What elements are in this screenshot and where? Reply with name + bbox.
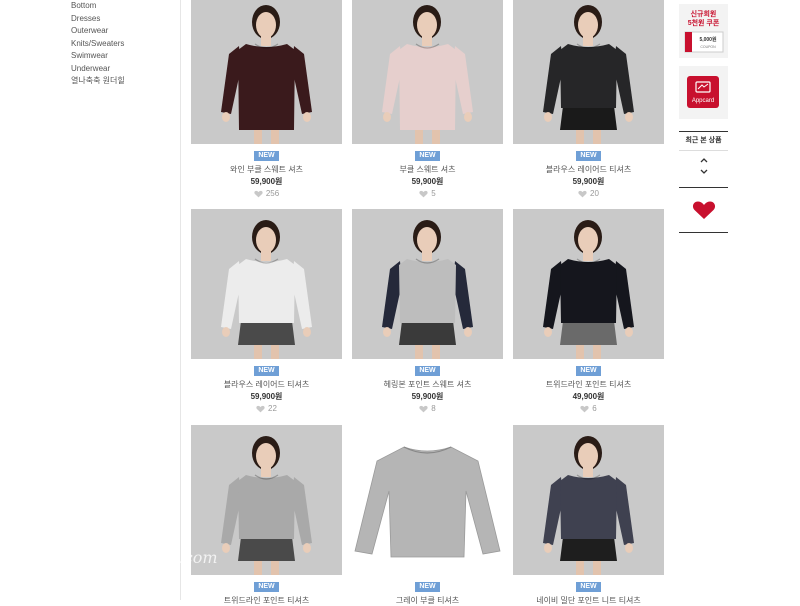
new-badge: NEW bbox=[576, 582, 601, 592]
heart-outline-icon bbox=[419, 405, 428, 413]
product-card[interactable]: NEW 부클 스웨트 셔츠 59,900원 5 bbox=[352, 0, 503, 199]
product-photo-illustration bbox=[543, 5, 634, 144]
new-badge: NEW bbox=[254, 151, 279, 161]
product-name[interactable]: 헤링본 포인트 스웨트 셔츠 bbox=[352, 379, 503, 390]
product-price: 59,900원 bbox=[250, 177, 283, 186]
product-image[interactable] bbox=[191, 0, 342, 144]
category-list: Bottom Dresses Outerwear Knits/Sweaters Swim… bbox=[71, 0, 125, 88]
product-name[interactable]: 네이비 밀단 포인트 니트 티셔츠 bbox=[513, 595, 664, 606]
like-count-value: 256 bbox=[265, 189, 280, 198]
appcard-banner[interactable]: Appcard bbox=[679, 66, 728, 119]
heart-outline-icon bbox=[419, 190, 428, 198]
coupon-title: 신규회원 bbox=[690, 11, 717, 18]
product-card[interactable]: NEW 트위드라인 포인트 티셔츠 49,900원 6 bbox=[513, 209, 664, 414]
product-image[interactable] bbox=[513, 209, 664, 359]
new-badge: NEW bbox=[576, 366, 601, 376]
heart-outline-icon bbox=[256, 405, 265, 413]
product-card[interactable]: NEW 그레이 부클 티셔츠 bbox=[352, 425, 503, 606]
heart-icon bbox=[692, 201, 715, 219]
category-item[interactable]: Underwear bbox=[71, 63, 125, 76]
like-count-value: 8 bbox=[431, 404, 436, 413]
product-name[interactable]: 트위드라인 포인트 티셔츠 bbox=[191, 595, 342, 606]
like-count[interactable]: 22 bbox=[191, 403, 342, 414]
product-image[interactable] bbox=[352, 209, 503, 359]
appcard-icon: Appcard bbox=[687, 76, 719, 108]
product-card[interactable]: NEW 블라우스 레이어드 티셔츠 59,900원 22 bbox=[191, 209, 342, 414]
category-item[interactable]: Swimwear bbox=[71, 50, 125, 63]
product-photo-illustration bbox=[221, 5, 312, 144]
product-image[interactable] bbox=[513, 425, 664, 575]
like-count-value: 6 bbox=[592, 404, 597, 413]
new-member-coupon-banner[interactable]: 신규회원 5천원 쿠폰 5,000원 COUPON bbox=[679, 4, 728, 58]
like-count-value: 5 bbox=[431, 189, 436, 198]
product-image[interactable] bbox=[352, 0, 503, 144]
category-item[interactable]: Bottom bbox=[71, 0, 125, 13]
new-badge: NEW bbox=[415, 151, 440, 161]
like-count-value: 20 bbox=[590, 189, 599, 198]
wishlist-button[interactable] bbox=[679, 188, 728, 233]
like-count[interactable]: 256 bbox=[191, 188, 342, 199]
category-item[interactable]: Knits/Sweaters bbox=[71, 38, 125, 51]
product-price: 59,900원 bbox=[250, 392, 283, 401]
like-count-value: 22 bbox=[268, 404, 277, 413]
product-photo-illustration bbox=[221, 220, 312, 359]
like-count[interactable]: 20 bbox=[513, 188, 664, 199]
appcard-label: Appcard bbox=[691, 98, 715, 104]
heart-outline-icon bbox=[578, 190, 587, 198]
product-name[interactable]: 블라우스 레이어드 티셔츠 bbox=[191, 379, 342, 390]
category-item[interactable]: Outerwear bbox=[71, 25, 125, 38]
product-photo-illustration bbox=[382, 220, 473, 359]
product-name[interactable]: 부클 스웨트 셔츠 bbox=[352, 164, 503, 175]
product-photo-illustration bbox=[221, 436, 312, 575]
new-badge: NEW bbox=[415, 366, 440, 376]
heart-outline-icon bbox=[254, 190, 263, 198]
new-badge: NEW bbox=[254, 366, 279, 376]
like-count[interactable]: 6 bbox=[513, 403, 664, 414]
new-badge: NEW bbox=[415, 582, 440, 592]
product-card[interactable]: NEW 블라우스 레이어드 티셔츠 59,900원 20 bbox=[513, 0, 664, 199]
product-image[interactable] bbox=[513, 0, 664, 144]
product-photo-illustration bbox=[354, 446, 501, 558]
like-count[interactable]: 5 bbox=[352, 188, 503, 199]
coupon-card-label: COUPON bbox=[700, 45, 716, 49]
product-price: 59,900원 bbox=[572, 177, 605, 186]
product-card[interactable]: NEW 헤링본 포인트 스웨트 셔츠 59,900원 8 bbox=[352, 209, 503, 414]
product-card[interactable]: NEW 트위드라인 포인트 티셔츠 bbox=[191, 425, 342, 606]
chevron-down-icon[interactable] bbox=[700, 169, 708, 175]
product-image[interactable] bbox=[191, 209, 342, 359]
like-count[interactable]: 8 bbox=[352, 403, 503, 414]
product-name[interactable]: 와인 부클 스웨트 셔츠 bbox=[191, 164, 342, 175]
product-price: 59,900원 bbox=[411, 392, 444, 401]
product-price: 59,900원 bbox=[411, 177, 444, 186]
coupon-card-amount: 5,000원 bbox=[699, 36, 717, 43]
chevron-up-icon[interactable] bbox=[700, 157, 708, 163]
product-name[interactable]: 트위드라인 포인트 티셔츠 bbox=[513, 379, 664, 390]
new-badge: NEW bbox=[254, 582, 279, 592]
new-badge: NEW bbox=[576, 151, 601, 161]
product-card[interactable]: NEW 네이비 밀단 포인트 니트 티셔츠 bbox=[513, 425, 664, 606]
heart-outline-icon bbox=[580, 405, 589, 413]
product-name[interactable]: 블라우스 레이어드 티셔츠 bbox=[513, 164, 664, 175]
product-photo-illustration bbox=[543, 220, 634, 359]
card-icon bbox=[695, 81, 711, 93]
product-price: 49,900원 bbox=[572, 392, 605, 401]
divider bbox=[679, 150, 728, 151]
coupon-subtitle: 5천원 쿠폰 bbox=[687, 20, 720, 27]
category-sidebar: Bottom Dresses Outerwear Knits/Sweaters Swim… bbox=[0, 0, 181, 600]
product-image[interactable] bbox=[352, 425, 503, 575]
product-card[interactable]: NEW 와인 부클 스웨트 셔츠 59,900원 256 bbox=[191, 0, 342, 199]
product-name[interactable]: 그레이 부클 티셔츠 bbox=[352, 595, 503, 606]
recently-viewed-title: 최근 본 상품 bbox=[685, 137, 722, 144]
category-item[interactable]: Dresses bbox=[71, 13, 125, 26]
product-image[interactable] bbox=[191, 425, 342, 575]
product-photo-illustration bbox=[543, 436, 634, 575]
recently-viewed-panel: 최근 본 상품 bbox=[679, 131, 728, 188]
product-photo-illustration bbox=[382, 5, 473, 144]
coupon-card-icon: 5,000원 COUPON bbox=[684, 31, 723, 53]
category-item[interactable]: 열나축축 원더힐 bbox=[71, 75, 125, 88]
